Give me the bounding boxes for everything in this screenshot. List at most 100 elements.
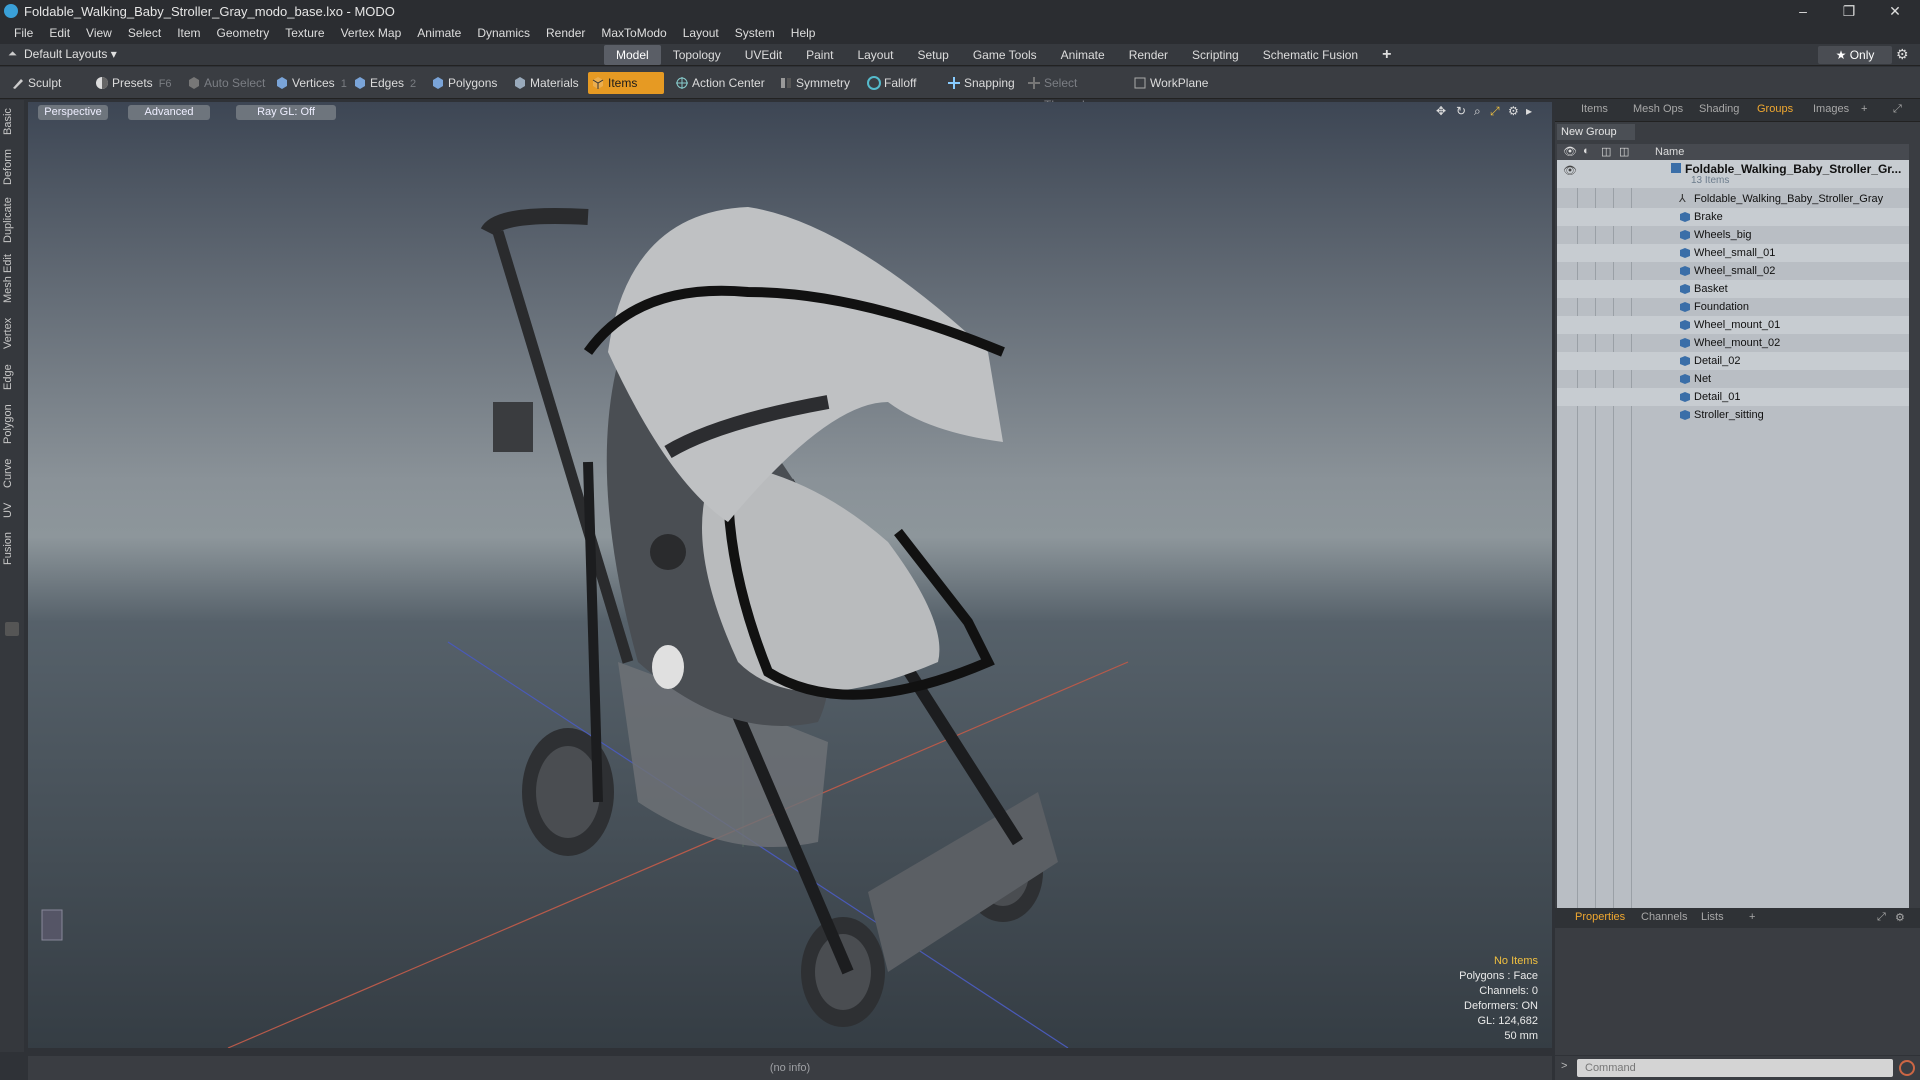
vtab-uv[interactable]: UV bbox=[2, 498, 22, 522]
tab-game-tools[interactable]: Game Tools bbox=[961, 45, 1049, 65]
menu-system[interactable]: System bbox=[727, 26, 783, 40]
viewport-expand-icon[interactable]: ▸ bbox=[1526, 104, 1532, 118]
visibility-column-icon[interactable]: 👁 bbox=[1563, 145, 1577, 158]
layout-collapse-icon[interactable]: ⏶ bbox=[8, 48, 17, 61]
menu-file[interactable]: File bbox=[6, 26, 41, 40]
command-input[interactable]: Command bbox=[1577, 1059, 1893, 1077]
snapping-button[interactable]: Snapping bbox=[944, 72, 1022, 94]
properties-expand-icon[interactable]: ⤢ bbox=[1877, 911, 1886, 924]
perspective-button[interactable]: Perspective bbox=[38, 105, 108, 120]
tree-item[interactable]: Net bbox=[1557, 370, 1909, 388]
tree-item[interactable]: Foundation bbox=[1557, 298, 1909, 316]
action-center-button[interactable]: Action Center bbox=[672, 72, 766, 94]
vtab-curve[interactable]: Curve bbox=[2, 454, 22, 492]
vtab-polygon[interactable]: Polygon bbox=[2, 400, 22, 448]
fit-icon[interactable]: ⤢ bbox=[1490, 104, 1500, 119]
menu-help[interactable]: Help bbox=[783, 26, 824, 40]
materials-button[interactable]: Materials bbox=[510, 72, 582, 94]
tree-item[interactable]: Wheel_small_01 bbox=[1557, 244, 1909, 262]
items-button[interactable]: Items bbox=[588, 72, 664, 94]
tab-channels[interactable]: Channels bbox=[1641, 911, 1687, 923]
vtab-vertex[interactable]: Vertex bbox=[2, 312, 22, 354]
falloff-button[interactable]: Falloff bbox=[864, 72, 934, 94]
auto-select-button[interactable]: Auto Select bbox=[184, 72, 268, 94]
restore-button[interactable]: ❐ bbox=[1826, 0, 1872, 22]
properties-settings-icon[interactable]: ⚙ bbox=[1895, 911, 1905, 924]
viewport-settings-icon[interactable]: ⚙ bbox=[1508, 104, 1519, 118]
tree-item[interactable]: Wheels_big bbox=[1557, 226, 1909, 244]
vtab-duplicate[interactable]: Duplicate bbox=[2, 194, 22, 246]
new-group-button[interactable]: New Group bbox=[1557, 124, 1635, 140]
tab-scripting[interactable]: Scripting bbox=[1180, 45, 1251, 65]
tab-layout[interactable]: Layout bbox=[845, 45, 905, 65]
tab-uvedit[interactable]: UVEdit bbox=[733, 45, 794, 65]
menu-layout[interactable]: Layout bbox=[675, 26, 727, 40]
group-row[interactable]: 👁 Foldable_Walking_Baby_Stroller_Gr... 1… bbox=[1557, 160, 1909, 188]
tree-item[interactable]: Wheel_mount_02 bbox=[1557, 334, 1909, 352]
presets-button[interactable]: Presets F6 bbox=[92, 72, 172, 94]
tab-setup[interactable]: Setup bbox=[905, 45, 960, 65]
tree-item[interactable]: Basket bbox=[1557, 280, 1909, 298]
tab-model[interactable]: Model bbox=[604, 45, 661, 65]
raygl-button[interactable]: Ray GL: Off bbox=[236, 105, 336, 120]
polygons-button[interactable]: Polygons bbox=[428, 72, 504, 94]
tab-render[interactable]: Render bbox=[1117, 45, 1180, 65]
menu-view[interactable]: View bbox=[78, 26, 120, 40]
edges-button[interactable]: Edges 2 bbox=[350, 72, 422, 94]
menu-vertex-map[interactable]: Vertex Map bbox=[333, 26, 410, 40]
tab-images[interactable]: Images bbox=[1813, 103, 1849, 115]
tab-mesh-ops[interactable]: Mesh Ops bbox=[1633, 103, 1683, 115]
select-through-button[interactable]: Select Through bbox=[1024, 72, 1124, 112]
menu-maxtomodo[interactable]: MaxToModo bbox=[593, 26, 674, 40]
vertices-button[interactable]: Vertices 1 bbox=[272, 72, 348, 94]
tree-item[interactable]: Detail_01 bbox=[1557, 388, 1909, 406]
tab-schematic-fusion[interactable]: Schematic Fusion bbox=[1251, 45, 1370, 65]
minimize-button[interactable]: – bbox=[1780, 0, 1826, 22]
zoom-icon[interactable]: ⌕ bbox=[1474, 104, 1481, 119]
pan-icon[interactable]: ✥ bbox=[1436, 104, 1446, 118]
menu-item[interactable]: Item bbox=[169, 26, 208, 40]
tree-item[interactable]: Wheel_mount_01 bbox=[1557, 316, 1909, 334]
menu-select[interactable]: Select bbox=[120, 26, 169, 40]
vtab-fusion[interactable]: Fusion bbox=[2, 528, 22, 568]
eye-icon[interactable]: 👁 bbox=[1563, 162, 1577, 180]
vtab-basic[interactable]: Basic bbox=[2, 104, 22, 140]
lock-column-icon[interactable]: ◫ bbox=[1601, 145, 1611, 158]
tab-groups[interactable]: Groups bbox=[1757, 103, 1793, 115]
tab-shading[interactable]: Shading bbox=[1699, 103, 1739, 115]
close-button[interactable]: ✕ bbox=[1872, 0, 1918, 22]
record-icon[interactable] bbox=[1899, 1060, 1915, 1076]
tree-item[interactable]: Stroller_sitting bbox=[1557, 406, 1909, 424]
vtab-mesh-edit[interactable]: Mesh Edit bbox=[2, 252, 22, 306]
menu-render[interactable]: Render bbox=[538, 26, 593, 40]
tree-item[interactable]: Detail_02 bbox=[1557, 352, 1909, 370]
tree-item[interactable]: Brake bbox=[1557, 208, 1909, 226]
add-tab-plus-icon[interactable]: + bbox=[1370, 45, 1403, 65]
panel-expand-icon[interactable]: ⤢ bbox=[1893, 103, 1902, 116]
workplane-button[interactable]: WorkPlane bbox=[1130, 72, 1210, 94]
palette-toggle-icon[interactable] bbox=[5, 622, 19, 636]
tree-item[interactable]: Wheel_small_02 bbox=[1557, 262, 1909, 280]
only-button[interactable]: ★ Only bbox=[1818, 46, 1892, 64]
gear-icon[interactable]: ⚙ bbox=[1896, 46, 1909, 63]
rotate-icon[interactable]: ↻ bbox=[1456, 104, 1466, 118]
symmetry-button[interactable]: Symmetry bbox=[776, 72, 856, 94]
vtab-edge[interactable]: Edge bbox=[2, 360, 22, 394]
menu-edit[interactable]: Edit bbox=[41, 26, 78, 40]
advanced-button[interactable]: Advanced bbox=[128, 105, 210, 120]
add-properties-tab-icon[interactable]: + bbox=[1749, 911, 1755, 923]
render-column-icon[interactable]: ◐ bbox=[1583, 145, 1590, 157]
tab-topology[interactable]: Topology bbox=[661, 45, 733, 65]
tab-animate[interactable]: Animate bbox=[1049, 45, 1117, 65]
tab-lists[interactable]: Lists bbox=[1701, 911, 1724, 923]
sculpt-button[interactable]: Sculpt bbox=[8, 72, 88, 94]
menu-animate[interactable]: Animate bbox=[409, 26, 469, 40]
vtab-deform[interactable]: Deform bbox=[2, 146, 22, 188]
tree-item[interactable]: ⅄ Foldable_Walking_Baby_Stroller_Gray bbox=[1557, 190, 1909, 208]
add-panel-tab-icon[interactable]: + bbox=[1861, 103, 1867, 115]
tab-paint[interactable]: Paint bbox=[794, 45, 845, 65]
menu-texture[interactable]: Texture bbox=[277, 26, 332, 40]
menu-geometry[interactable]: Geometry bbox=[209, 26, 278, 40]
tab-items[interactable]: Items bbox=[1581, 103, 1608, 115]
3d-viewport[interactable]: Perspective Advanced Ray GL: Off ✥ ↻ ⌕ ⤢… bbox=[28, 102, 1552, 1048]
